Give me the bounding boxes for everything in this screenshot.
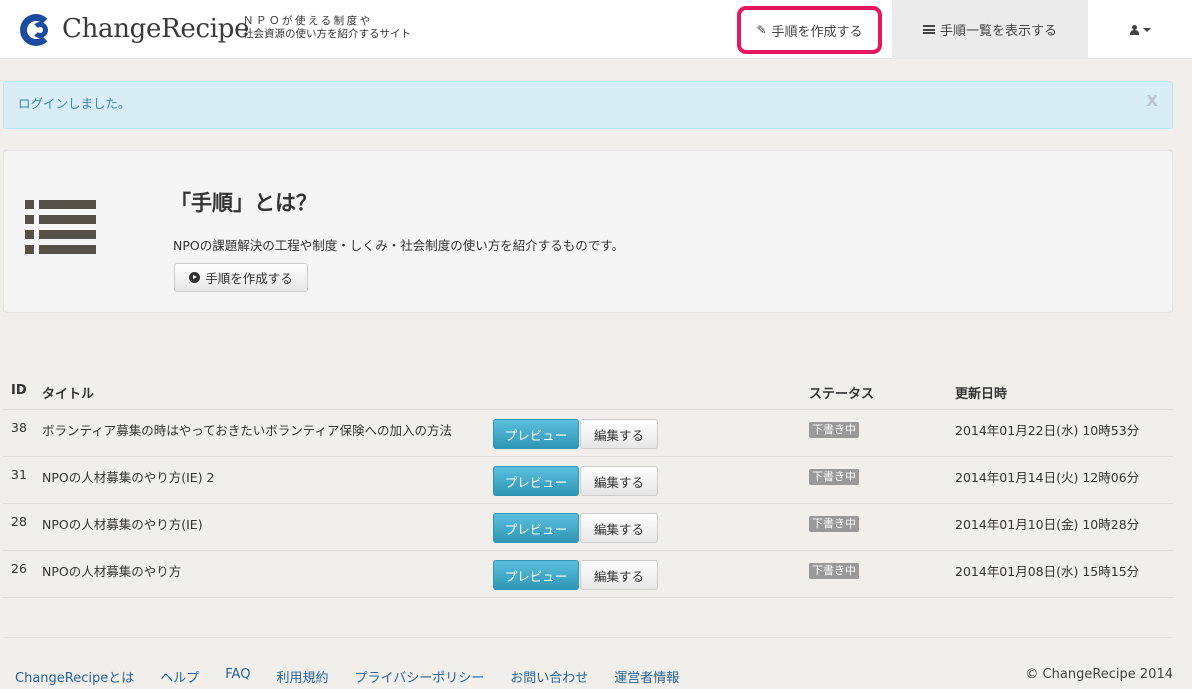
preview-button[interactable]: プレビュー xyxy=(493,419,579,449)
row-id: 31 xyxy=(11,467,27,482)
row-id: 26 xyxy=(11,561,27,576)
recipe-table: ID タイトル ステータス 更新日時 38 ボランティア募集の時はやっておきたいボ… xyxy=(3,373,1173,598)
circle-arrow-icon xyxy=(189,272,201,283)
brand-name: ChangeRecipe xyxy=(62,14,250,44)
footer-link[interactable]: 利用規約 xyxy=(276,667,328,686)
edit-icon: ✎ xyxy=(756,23,767,37)
row-title: NPOの人材募集のやり方 xyxy=(42,564,182,579)
preview-button[interactable]: プレビュー xyxy=(493,513,579,543)
preview-button[interactable]: プレビュー xyxy=(493,560,579,590)
row-id: 38 xyxy=(11,420,27,435)
table-row: 28 NPOの人材募集のやり方(IE) プレビュー 編集する 下書き中 2014年01月1… xyxy=(3,504,1173,551)
list-icon-large xyxy=(25,200,96,256)
intro-title: 「手順」とは？ xyxy=(170,191,317,215)
tagline: ＮＰＯが使える制度や 社会資源の使い方を紹介するサイト xyxy=(243,15,411,41)
alert-message: ログインしました。 xyxy=(18,96,131,111)
footer-link[interactable]: ヘルプ xyxy=(160,667,199,686)
intro-panel: 「手順」とは？ NPOの課題解決の工程や制度・しくみ・社会制度の使い方を紹介する… xyxy=(3,150,1173,313)
nav-create-recipe[interactable]: ✎ 手順を作成する xyxy=(737,6,882,54)
row-title: NPOの人材募集のやり方(IE) 2 xyxy=(42,470,215,485)
row-updated: 2014年01月08日(水) 15時15分 xyxy=(955,564,1140,579)
navbar: ChangeRecipe ＮＰＯが使える制度や 社会資源の使い方を紹介するサイト… xyxy=(0,0,1192,59)
row-title: ボランティア募集の時はやっておきたいボランティア保険への加入の方法 xyxy=(42,423,453,438)
table-row: 31 NPOの人材募集のやり方(IE) 2 プレビュー 編集する 下書き中 2014年01… xyxy=(3,457,1173,504)
nav-list-label: 手順一覧を表示する xyxy=(939,24,1057,39)
caret-down-icon xyxy=(1143,27,1151,32)
row-title: NPOの人材募集のやり方(IE) xyxy=(42,517,203,532)
tagline-line1: ＮＰＯが使える制度や xyxy=(243,15,373,27)
footer-link[interactable]: お問い合わせ xyxy=(510,667,588,686)
status-badge: 下書き中 xyxy=(809,516,859,532)
preview-button[interactable]: プレビュー xyxy=(493,466,579,496)
row-updated: 2014年01月14日(火) 12時06分 xyxy=(955,470,1140,485)
create-recipe-label: 手順を作成する xyxy=(205,271,293,286)
row-updated: 2014年01月10日(金) 10時28分 xyxy=(955,517,1140,532)
header-id: ID xyxy=(11,383,27,398)
logo-icon xyxy=(20,12,56,46)
login-alert: ログインしました。 X xyxy=(3,81,1173,129)
footer-link[interactable]: ChangeRecipeとは xyxy=(15,667,134,686)
status-badge: 下書き中 xyxy=(809,422,859,438)
row-updated: 2014年01月22日(水) 10時53分 xyxy=(955,423,1140,438)
footer-divider xyxy=(3,637,1173,638)
edit-button[interactable]: 編集する xyxy=(580,419,658,449)
row-id: 28 xyxy=(11,514,27,529)
user-icon xyxy=(1129,24,1139,35)
alert-close-button[interactable]: X xyxy=(1146,92,1158,110)
footer-links: ChangeRecipeとは ヘルプ FAQ 利用規約 プライバシーポリシー お問い合わせ… xyxy=(15,667,705,686)
header-status: ステータス xyxy=(809,387,875,402)
edit-button[interactable]: 編集する xyxy=(580,560,658,590)
nav-recipe-list[interactable]: 手順一覧を表示する xyxy=(892,0,1088,59)
table-header: ID タイトル ステータス 更新日時 xyxy=(3,373,1173,410)
edit-button[interactable]: 編集する xyxy=(580,513,658,543)
tagline-line2: 社会資源の使い方を紹介するサイト xyxy=(243,28,411,40)
footer-link[interactable]: 運営者情報 xyxy=(614,667,679,686)
edit-button[interactable]: 編集する xyxy=(580,466,658,496)
table-row: 38 ボランティア募集の時はやっておきたいボランティア保険への加入の方法 プレビュー… xyxy=(3,410,1173,457)
footer-link[interactable]: プライバシーポリシー xyxy=(354,667,484,686)
create-recipe-button[interactable]: 手順を作成する xyxy=(174,263,308,292)
table-row: 26 NPOの人材募集のやり方 プレビュー 編集する 下書き中 2014年01月08日(水… xyxy=(3,551,1173,598)
brand-logo[interactable]: ChangeRecipe xyxy=(20,12,249,46)
intro-description: NPOの課題解決の工程や制度・しくみ・社会制度の使い方を紹介するものです。 xyxy=(173,238,624,253)
nav-create-label: 手順を作成する xyxy=(771,24,863,40)
user-menu[interactable] xyxy=(1088,0,1192,59)
header-updated: 更新日時 xyxy=(955,387,1008,402)
list-icon xyxy=(922,25,935,34)
header-title: タイトル xyxy=(42,387,95,402)
footer-link[interactable]: FAQ xyxy=(225,667,250,686)
copyright: © ChangeRecipe 2014 xyxy=(1025,667,1173,682)
status-badge: 下書き中 xyxy=(809,563,859,579)
status-badge: 下書き中 xyxy=(809,469,859,485)
